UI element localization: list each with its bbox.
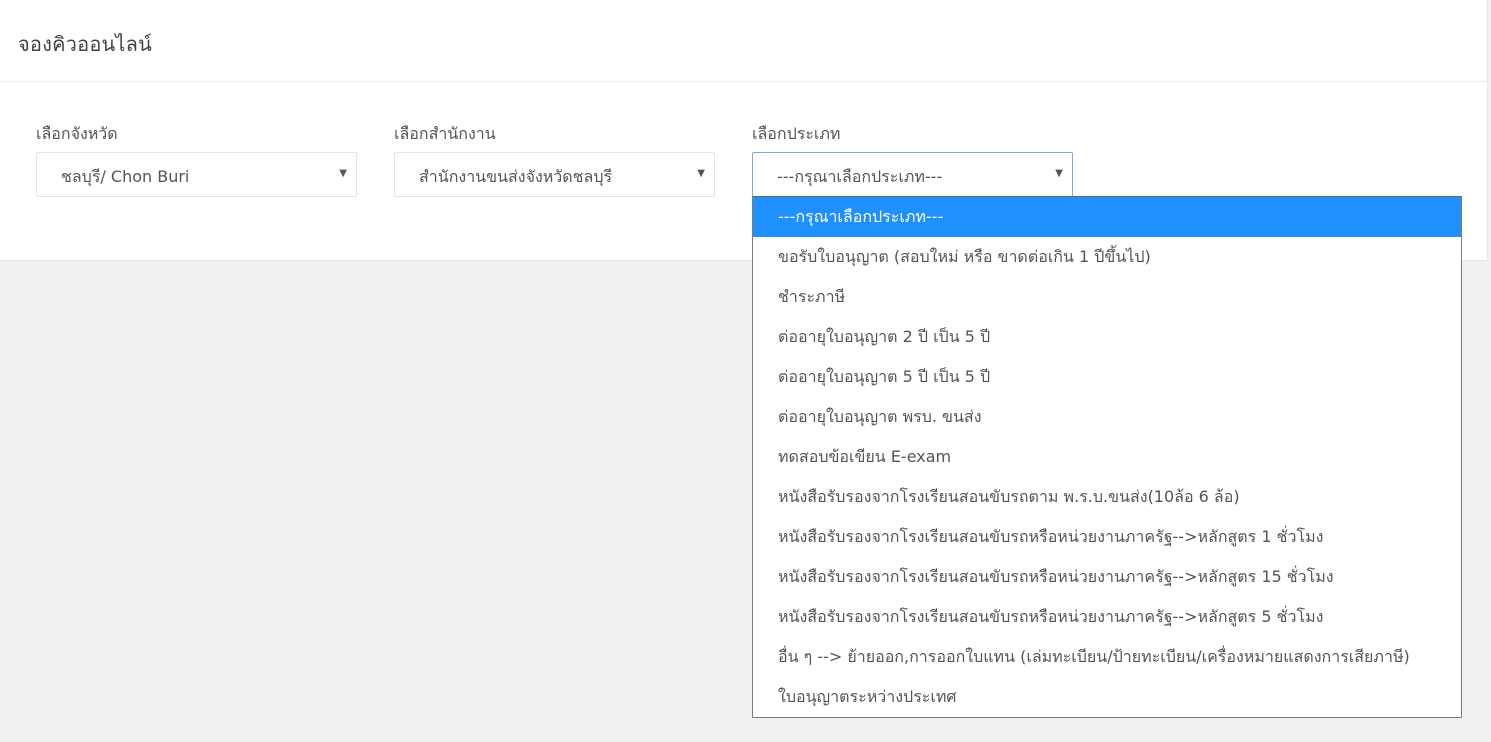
caret-down-icon: ▼ (339, 168, 347, 179)
caret-down-icon: ▼ (697, 168, 705, 179)
caret-down-icon: ▼ (1055, 168, 1063, 179)
office-select[interactable]: สำนักงานขนส่งจังหวัดชลบุรี ▼ (394, 152, 715, 197)
type-option[interactable]: ต่ออายุใบอนุญาต พรบ. ขนส่ง (753, 397, 1461, 437)
office-select-value: สำนักงานขนส่งจังหวัดชลบุรี (419, 167, 613, 186)
type-select-value: ---กรุณาเลือกประเภท--- (777, 167, 943, 186)
type-option[interactable]: หนังสือรับรองจากโรงเรียนสอนขับรถหรือหน่ว… (753, 597, 1461, 637)
type-option[interactable]: หนังสือรับรองจากโรงเรียนสอนขับรถหรือหน่ว… (753, 517, 1461, 557)
type-option[interactable]: หนังสือรับรองจากโรงเรียนสอนขับรถหรือหน่ว… (753, 557, 1461, 597)
type-option[interactable]: อื่น ๆ --> ย้ายออก,การออกใบแทน (เล่มทะเบ… (753, 637, 1461, 677)
province-select-value: ชลบุรี/ Chon Buri (61, 167, 190, 186)
type-option[interactable]: ขอรับใบอนุญาต (สอบใหม่ หรือ ขาดต่อเกิน 1… (753, 237, 1461, 277)
office-label: เลือกสำนักงาน (394, 124, 496, 143)
type-option[interactable]: ต่ออายุใบอนุญาต 2 ปี เป็น 5 ปี (753, 317, 1461, 357)
page-title: จองคิวออนไลน์ (18, 32, 152, 56)
type-option[interactable]: ใบอนุญาตระหว่างประเทศ (753, 677, 1461, 717)
type-dropdown-list[interactable]: ---กรุณาเลือกประเภท--- ขอรับใบอนุญาต (สอ… (752, 196, 1462, 718)
type-option[interactable]: หนังสือรับรองจากโรงเรียนสอนขับรถตาม พ.ร.… (753, 477, 1461, 517)
type-select[interactable]: ---กรุณาเลือกประเภท--- ▼ (752, 152, 1073, 197)
province-select[interactable]: ชลบุรี/ Chon Buri ▼ (36, 152, 357, 197)
type-option[interactable]: ชำระภาษี (753, 277, 1461, 317)
type-option[interactable]: ต่ออายุใบอนุญาต 5 ปี เป็น 5 ปี (753, 357, 1461, 397)
province-label: เลือกจังหวัด (36, 124, 118, 143)
type-option[interactable]: ---กรุณาเลือกประเภท--- (753, 197, 1461, 237)
card-header: จองคิวออนไลน์ (0, 0, 1487, 82)
type-label: เลือกประเภท (752, 124, 841, 143)
type-option[interactable]: ทดสอบข้อเขียน E-exam (753, 437, 1461, 477)
